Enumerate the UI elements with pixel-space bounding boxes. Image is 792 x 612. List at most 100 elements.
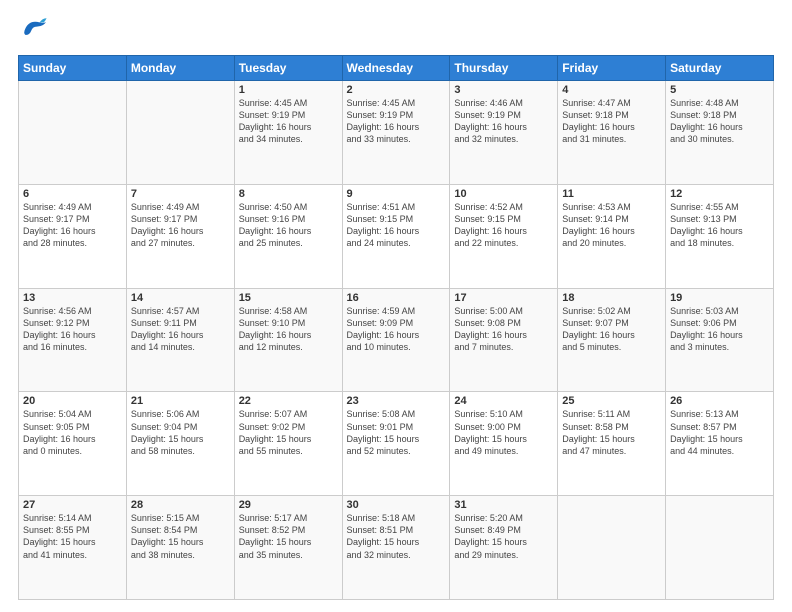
col-header-wednesday: Wednesday <box>342 56 450 81</box>
day-info: Sunrise: 4:45 AM Sunset: 9:19 PM Dayligh… <box>347 97 446 146</box>
day-info: Sunrise: 4:50 AM Sunset: 9:16 PM Dayligh… <box>239 201 338 250</box>
calendar-cell: 19Sunrise: 5:03 AM Sunset: 9:06 PM Dayli… <box>666 288 774 392</box>
day-info: Sunrise: 4:49 AM Sunset: 9:17 PM Dayligh… <box>131 201 230 250</box>
day-info: Sunrise: 4:47 AM Sunset: 9:18 PM Dayligh… <box>562 97 661 146</box>
day-number: 15 <box>239 292 338 304</box>
day-number: 10 <box>454 188 553 200</box>
day-number: 7 <box>131 188 230 200</box>
calendar-cell: 5Sunrise: 4:48 AM Sunset: 9:18 PM Daylig… <box>666 81 774 185</box>
logo-text-block <box>18 16 48 45</box>
calendar-cell: 29Sunrise: 5:17 AM Sunset: 8:52 PM Dayli… <box>234 496 342 600</box>
day-number: 19 <box>670 292 769 304</box>
col-header-thursday: Thursday <box>450 56 558 81</box>
day-number: 30 <box>347 499 446 511</box>
day-info: Sunrise: 5:20 AM Sunset: 8:49 PM Dayligh… <box>454 512 553 561</box>
day-info: Sunrise: 5:10 AM Sunset: 9:00 PM Dayligh… <box>454 408 553 457</box>
day-number: 21 <box>131 395 230 407</box>
calendar-cell: 25Sunrise: 5:11 AM Sunset: 8:58 PM Dayli… <box>558 392 666 496</box>
logo <box>18 16 52 45</box>
day-info: Sunrise: 4:49 AM Sunset: 9:17 PM Dayligh… <box>23 201 122 250</box>
calendar-cell: 6Sunrise: 4:49 AM Sunset: 9:17 PM Daylig… <box>19 184 127 288</box>
day-info: Sunrise: 5:08 AM Sunset: 9:01 PM Dayligh… <box>347 408 446 457</box>
calendar-cell <box>666 496 774 600</box>
calendar-cell: 7Sunrise: 4:49 AM Sunset: 9:17 PM Daylig… <box>126 184 234 288</box>
day-info: Sunrise: 5:06 AM Sunset: 9:04 PM Dayligh… <box>131 408 230 457</box>
calendar-cell: 27Sunrise: 5:14 AM Sunset: 8:55 PM Dayli… <box>19 496 127 600</box>
calendar-cell: 9Sunrise: 4:51 AM Sunset: 9:15 PM Daylig… <box>342 184 450 288</box>
calendar-header-row: SundayMondayTuesdayWednesdayThursdayFrid… <box>19 56 774 81</box>
day-info: Sunrise: 4:59 AM Sunset: 9:09 PM Dayligh… <box>347 305 446 354</box>
day-number: 1 <box>239 84 338 96</box>
day-info: Sunrise: 4:53 AM Sunset: 9:14 PM Dayligh… <box>562 201 661 250</box>
calendar-cell: 16Sunrise: 4:59 AM Sunset: 9:09 PM Dayli… <box>342 288 450 392</box>
day-info: Sunrise: 5:11 AM Sunset: 8:58 PM Dayligh… <box>562 408 661 457</box>
day-info: Sunrise: 4:58 AM Sunset: 9:10 PM Dayligh… <box>239 305 338 354</box>
calendar-cell: 21Sunrise: 5:06 AM Sunset: 9:04 PM Dayli… <box>126 392 234 496</box>
day-number: 23 <box>347 395 446 407</box>
day-number: 26 <box>670 395 769 407</box>
calendar-cell: 1Sunrise: 4:45 AM Sunset: 9:19 PM Daylig… <box>234 81 342 185</box>
calendar-cell: 3Sunrise: 4:46 AM Sunset: 9:19 PM Daylig… <box>450 81 558 185</box>
calendar-cell: 8Sunrise: 4:50 AM Sunset: 9:16 PM Daylig… <box>234 184 342 288</box>
calendar-cell: 10Sunrise: 4:52 AM Sunset: 9:15 PM Dayli… <box>450 184 558 288</box>
calendar-cell: 4Sunrise: 4:47 AM Sunset: 9:18 PM Daylig… <box>558 81 666 185</box>
calendar-cell <box>19 81 127 185</box>
day-info: Sunrise: 4:57 AM Sunset: 9:11 PM Dayligh… <box>131 305 230 354</box>
calendar-cell <box>558 496 666 600</box>
calendar-cell: 18Sunrise: 5:02 AM Sunset: 9:07 PM Dayli… <box>558 288 666 392</box>
calendar-cell: 26Sunrise: 5:13 AM Sunset: 8:57 PM Dayli… <box>666 392 774 496</box>
day-number: 8 <box>239 188 338 200</box>
day-info: Sunrise: 4:51 AM Sunset: 9:15 PM Dayligh… <box>347 201 446 250</box>
day-number: 13 <box>23 292 122 304</box>
calendar-cell: 14Sunrise: 4:57 AM Sunset: 9:11 PM Dayli… <box>126 288 234 392</box>
header <box>18 16 774 45</box>
day-number: 29 <box>239 499 338 511</box>
page: SundayMondayTuesdayWednesdayThursdayFrid… <box>0 0 792 612</box>
day-info: Sunrise: 5:17 AM Sunset: 8:52 PM Dayligh… <box>239 512 338 561</box>
day-info: Sunrise: 4:45 AM Sunset: 9:19 PM Dayligh… <box>239 97 338 146</box>
day-info: Sunrise: 5:02 AM Sunset: 9:07 PM Dayligh… <box>562 305 661 354</box>
day-number: 22 <box>239 395 338 407</box>
calendar-cell: 24Sunrise: 5:10 AM Sunset: 9:00 PM Dayli… <box>450 392 558 496</box>
day-info: Sunrise: 4:46 AM Sunset: 9:19 PM Dayligh… <box>454 97 553 146</box>
calendar-cell: 28Sunrise: 5:15 AM Sunset: 8:54 PM Dayli… <box>126 496 234 600</box>
logo-bird-icon <box>20 16 48 40</box>
col-header-sunday: Sunday <box>19 56 127 81</box>
calendar-cell: 20Sunrise: 5:04 AM Sunset: 9:05 PM Dayli… <box>19 392 127 496</box>
day-info: Sunrise: 5:18 AM Sunset: 8:51 PM Dayligh… <box>347 512 446 561</box>
day-info: Sunrise: 5:07 AM Sunset: 9:02 PM Dayligh… <box>239 408 338 457</box>
calendar-table: SundayMondayTuesdayWednesdayThursdayFrid… <box>18 55 774 600</box>
calendar-cell: 22Sunrise: 5:07 AM Sunset: 9:02 PM Dayli… <box>234 392 342 496</box>
day-info: Sunrise: 5:14 AM Sunset: 8:55 PM Dayligh… <box>23 512 122 561</box>
col-header-saturday: Saturday <box>666 56 774 81</box>
calendar-cell: 12Sunrise: 4:55 AM Sunset: 9:13 PM Dayli… <box>666 184 774 288</box>
day-info: Sunrise: 4:52 AM Sunset: 9:15 PM Dayligh… <box>454 201 553 250</box>
calendar-week-4: 20Sunrise: 5:04 AM Sunset: 9:05 PM Dayli… <box>19 392 774 496</box>
day-info: Sunrise: 4:55 AM Sunset: 9:13 PM Dayligh… <box>670 201 769 250</box>
day-number: 11 <box>562 188 661 200</box>
day-info: Sunrise: 4:56 AM Sunset: 9:12 PM Dayligh… <box>23 305 122 354</box>
day-number: 25 <box>562 395 661 407</box>
calendar-week-3: 13Sunrise: 4:56 AM Sunset: 9:12 PM Dayli… <box>19 288 774 392</box>
calendar-cell: 13Sunrise: 4:56 AM Sunset: 9:12 PM Dayli… <box>19 288 127 392</box>
calendar-cell: 23Sunrise: 5:08 AM Sunset: 9:01 PM Dayli… <box>342 392 450 496</box>
day-number: 12 <box>670 188 769 200</box>
calendar-cell: 30Sunrise: 5:18 AM Sunset: 8:51 PM Dayli… <box>342 496 450 600</box>
day-info: Sunrise: 4:48 AM Sunset: 9:18 PM Dayligh… <box>670 97 769 146</box>
day-info: Sunrise: 5:04 AM Sunset: 9:05 PM Dayligh… <box>23 408 122 457</box>
day-number: 5 <box>670 84 769 96</box>
day-number: 6 <box>23 188 122 200</box>
day-number: 16 <box>347 292 446 304</box>
col-header-tuesday: Tuesday <box>234 56 342 81</box>
day-number: 27 <box>23 499 122 511</box>
calendar-cell: 15Sunrise: 4:58 AM Sunset: 9:10 PM Dayli… <box>234 288 342 392</box>
col-header-friday: Friday <box>558 56 666 81</box>
day-number: 24 <box>454 395 553 407</box>
day-number: 17 <box>454 292 553 304</box>
day-info: Sunrise: 5:00 AM Sunset: 9:08 PM Dayligh… <box>454 305 553 354</box>
calendar-cell: 2Sunrise: 4:45 AM Sunset: 9:19 PM Daylig… <box>342 81 450 185</box>
calendar-cell: 11Sunrise: 4:53 AM Sunset: 9:14 PM Dayli… <box>558 184 666 288</box>
day-info: Sunrise: 5:15 AM Sunset: 8:54 PM Dayligh… <box>131 512 230 561</box>
day-number: 28 <box>131 499 230 511</box>
day-number: 20 <box>23 395 122 407</box>
